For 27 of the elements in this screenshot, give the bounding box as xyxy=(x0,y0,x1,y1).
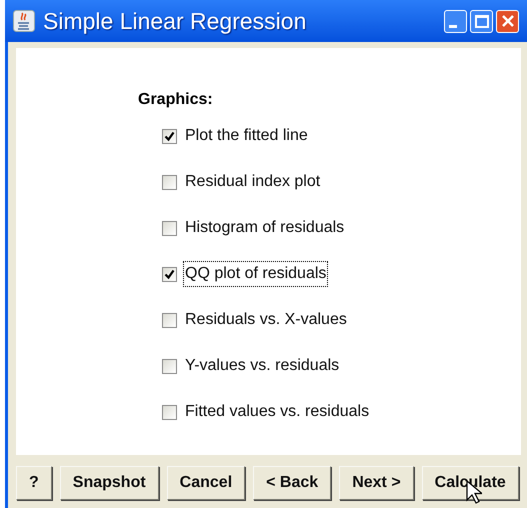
section-label: Graphics: xyxy=(138,90,214,110)
maximize-button[interactable] xyxy=(470,10,493,32)
dialog-button[interactable]: < Back xyxy=(253,466,332,500)
coffee-cup-icon xyxy=(13,10,35,32)
checkbox[interactable] xyxy=(162,128,177,144)
option-label: Fitted values vs. residuals xyxy=(184,402,370,422)
checkbox[interactable] xyxy=(162,312,177,328)
option-label: Residuals vs. X-values xyxy=(184,310,348,330)
checkbox[interactable] xyxy=(162,404,177,420)
checkbox[interactable] xyxy=(162,358,177,374)
dialog-button[interactable]: Cancel xyxy=(166,466,246,500)
dialog-button[interactable]: Next > xyxy=(339,466,414,500)
close-button[interactable] xyxy=(496,10,519,32)
checkbox[interactable] xyxy=(162,266,177,282)
option-label: QQ plot of residuals xyxy=(184,262,328,286)
option-label: Residual index plot xyxy=(184,172,322,192)
close-icon xyxy=(500,14,514,28)
dialog-button[interactable]: Snapshot xyxy=(60,466,159,500)
minimize-button[interactable] xyxy=(444,10,467,32)
checkbox[interactable] xyxy=(162,174,177,190)
checkbox[interactable] xyxy=(162,220,177,236)
window-title: Simple Linear Regression xyxy=(43,6,306,36)
option-label: Plot the fitted line xyxy=(184,126,309,146)
dialog-button[interactable]: Calculate xyxy=(422,466,519,500)
option-label: Histogram of residuals xyxy=(184,218,346,238)
dialog-button[interactable]: ? xyxy=(16,466,52,500)
option-label: Y-values vs. residuals xyxy=(184,356,340,376)
